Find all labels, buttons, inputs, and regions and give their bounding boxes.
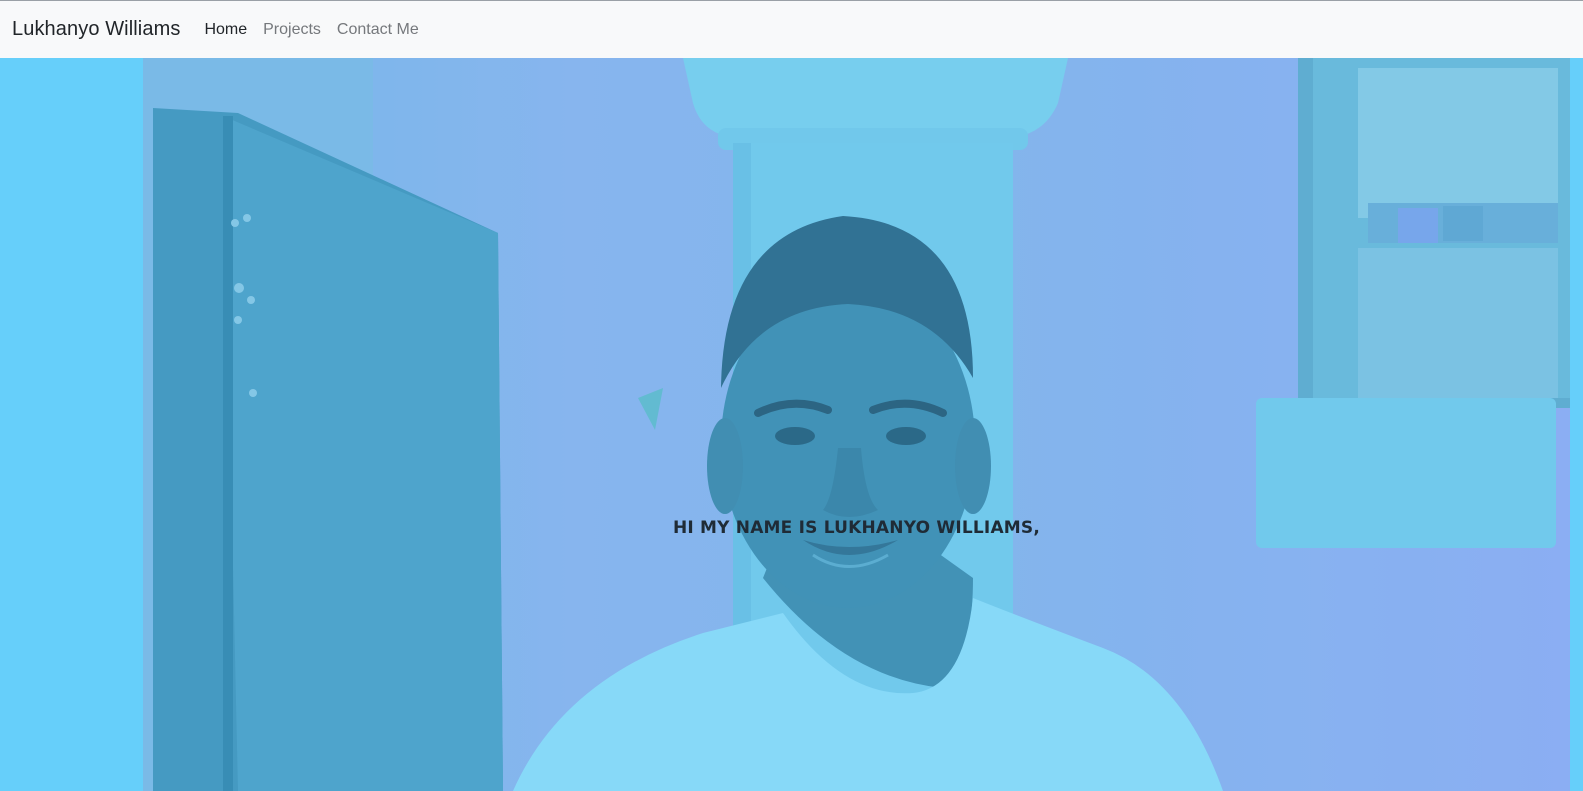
nav-link-projects[interactable]: Projects bbox=[263, 21, 321, 39]
navbar-brand[interactable]: Lukhanyo Williams bbox=[12, 18, 180, 41]
nav-link-contact-me[interactable]: Contact Me bbox=[337, 21, 419, 39]
nav-link-home[interactable]: Home bbox=[204, 21, 247, 39]
navbar: Lukhanyo Williams Home Projects Contact … bbox=[0, 1, 1583, 58]
hero-image: HI MY NAME IS LUKHANYO WILLIAMS, bbox=[143, 58, 1570, 791]
hero-right-margin bbox=[1570, 58, 1583, 791]
hero-color-overlay bbox=[143, 58, 1570, 791]
hero-greeting: HI MY NAME IS LUKHANYO WILLIAMS, bbox=[672, 518, 1041, 538]
hero-section: HI MY NAME IS LUKHANYO WILLIAMS, bbox=[0, 58, 1583, 791]
